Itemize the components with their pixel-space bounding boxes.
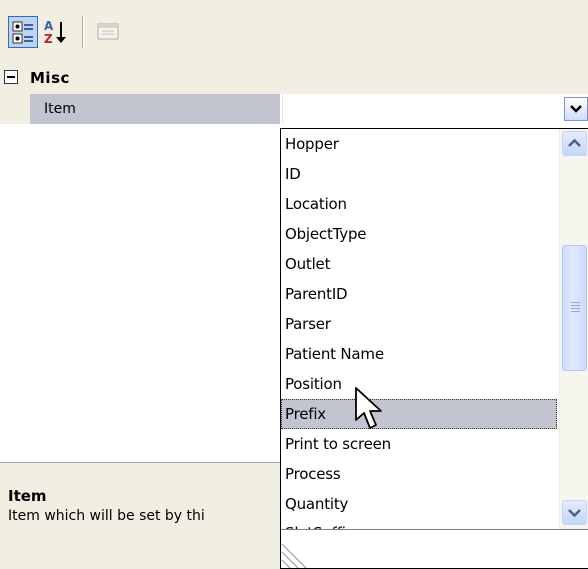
list-item-hopper[interactable]: Hopper <box>281 129 557 159</box>
property-grid-window: A Z Misc Item Item Item which will be se… <box>0 0 588 569</box>
list-item-location[interactable]: Location <box>281 189 557 219</box>
chevron-up-icon <box>568 138 581 147</box>
toolbar-separator <box>82 16 84 48</box>
grip-line <box>571 302 580 303</box>
chevron-down-icon <box>570 105 582 113</box>
grip-line <box>571 311 580 312</box>
vertical-scrollbar[interactable] <box>559 129 588 529</box>
dropdown-button[interactable] <box>564 97 588 121</box>
chevron-down-icon <box>568 509 581 518</box>
sort-az-icon: A Z <box>44 19 66 46</box>
category-row-misc: Misc <box>0 62 588 94</box>
grip-line <box>571 305 580 306</box>
list-item-slotsuffix[interactable]: SlotSuffix <box>281 518 557 529</box>
property-pages-button[interactable] <box>93 16 123 48</box>
dropdown-list: Hopper ID Location ObjectType Outlet Par… <box>281 129 559 529</box>
categorized-icon <box>12 21 33 44</box>
list-item-objecttype[interactable]: ObjectType <box>281 219 557 249</box>
list-item-patient-name[interactable]: Patient Name <box>281 339 557 369</box>
grip-line <box>571 308 580 309</box>
list-item-position[interactable]: Position <box>281 369 557 399</box>
list-item-quantity[interactable]: Quantity <box>281 489 557 519</box>
alphabetical-button[interactable]: A Z <box>41 16 71 48</box>
row-margin <box>0 94 30 124</box>
svg-text:A: A <box>44 19 54 33</box>
resize-grip-icon <box>281 543 307 568</box>
mouse-cursor-icon <box>355 387 382 429</box>
scroll-thumb[interactable] <box>562 245 587 371</box>
property-value-field[interactable] <box>282 94 588 124</box>
list-item-parentid[interactable]: ParentID <box>281 279 557 309</box>
list-item-prefix[interactable]: Prefix <box>281 399 557 429</box>
property-name[interactable]: Item <box>30 94 280 124</box>
list-item-process[interactable]: Process <box>281 459 557 489</box>
property-pages-icon <box>97 23 119 40</box>
list-item-id[interactable]: ID <box>281 159 557 189</box>
scroll-down-button[interactable] <box>562 500 587 525</box>
collapse-icon[interactable] <box>4 70 18 84</box>
help-description: Item which will be set by thi <box>8 508 205 524</box>
property-grid-toolbar: A Z <box>0 0 588 62</box>
svg-text:Z: Z <box>44 32 53 46</box>
list-item-outlet[interactable]: Outlet <box>281 249 557 279</box>
help-title: Item <box>8 487 47 505</box>
list-item-print-to-screen[interactable]: Print to screen <box>281 429 557 459</box>
resize-bar[interactable] <box>281 529 588 568</box>
property-row-item[interactable]: Item <box>0 94 588 124</box>
dropdown-list-popup: Hopper ID Location ObjectType Outlet Par… <box>280 128 588 569</box>
scroll-up-button[interactable] <box>562 131 587 156</box>
categorized-button[interactable] <box>8 16 38 48</box>
category-label: Misc <box>30 69 70 87</box>
list-item-parser[interactable]: Parser <box>281 309 557 339</box>
